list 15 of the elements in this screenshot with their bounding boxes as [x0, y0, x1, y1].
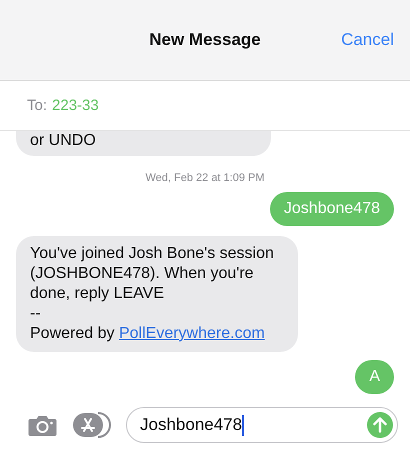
- send-icon[interactable]: [367, 412, 393, 438]
- app-store-icon[interactable]: [72, 411, 112, 439]
- received-message-bubble: or UNDO: [16, 131, 271, 156]
- received-message-bubble: You've joined Josh Bone's session (JOSHBONE478). When you're done, reply LEAVE -- Powered by PollEverywhere.com: [16, 236, 298, 352]
- sent-message-bubble: A: [355, 360, 394, 394]
- sent-message-bubble: Joshbone478: [270, 192, 394, 226]
- timestamp: Wed, Feb 22 at 1:09 PM: [144, 172, 266, 184]
- to-label: To:: [27, 97, 48, 114]
- recipient[interactable]: 223-33: [52, 97, 99, 114]
- message-field[interactable]: Joshbone478: [126, 407, 398, 443]
- link[interactable]: PollEverywhere.com: [118, 325, 265, 342]
- cancel-link[interactable]: Cancel: [341, 30, 394, 50]
- window-title: New Message: [149, 30, 261, 50]
- text-cursor: [242, 414, 244, 436]
- camera-icon[interactable]: [27, 413, 58, 437]
